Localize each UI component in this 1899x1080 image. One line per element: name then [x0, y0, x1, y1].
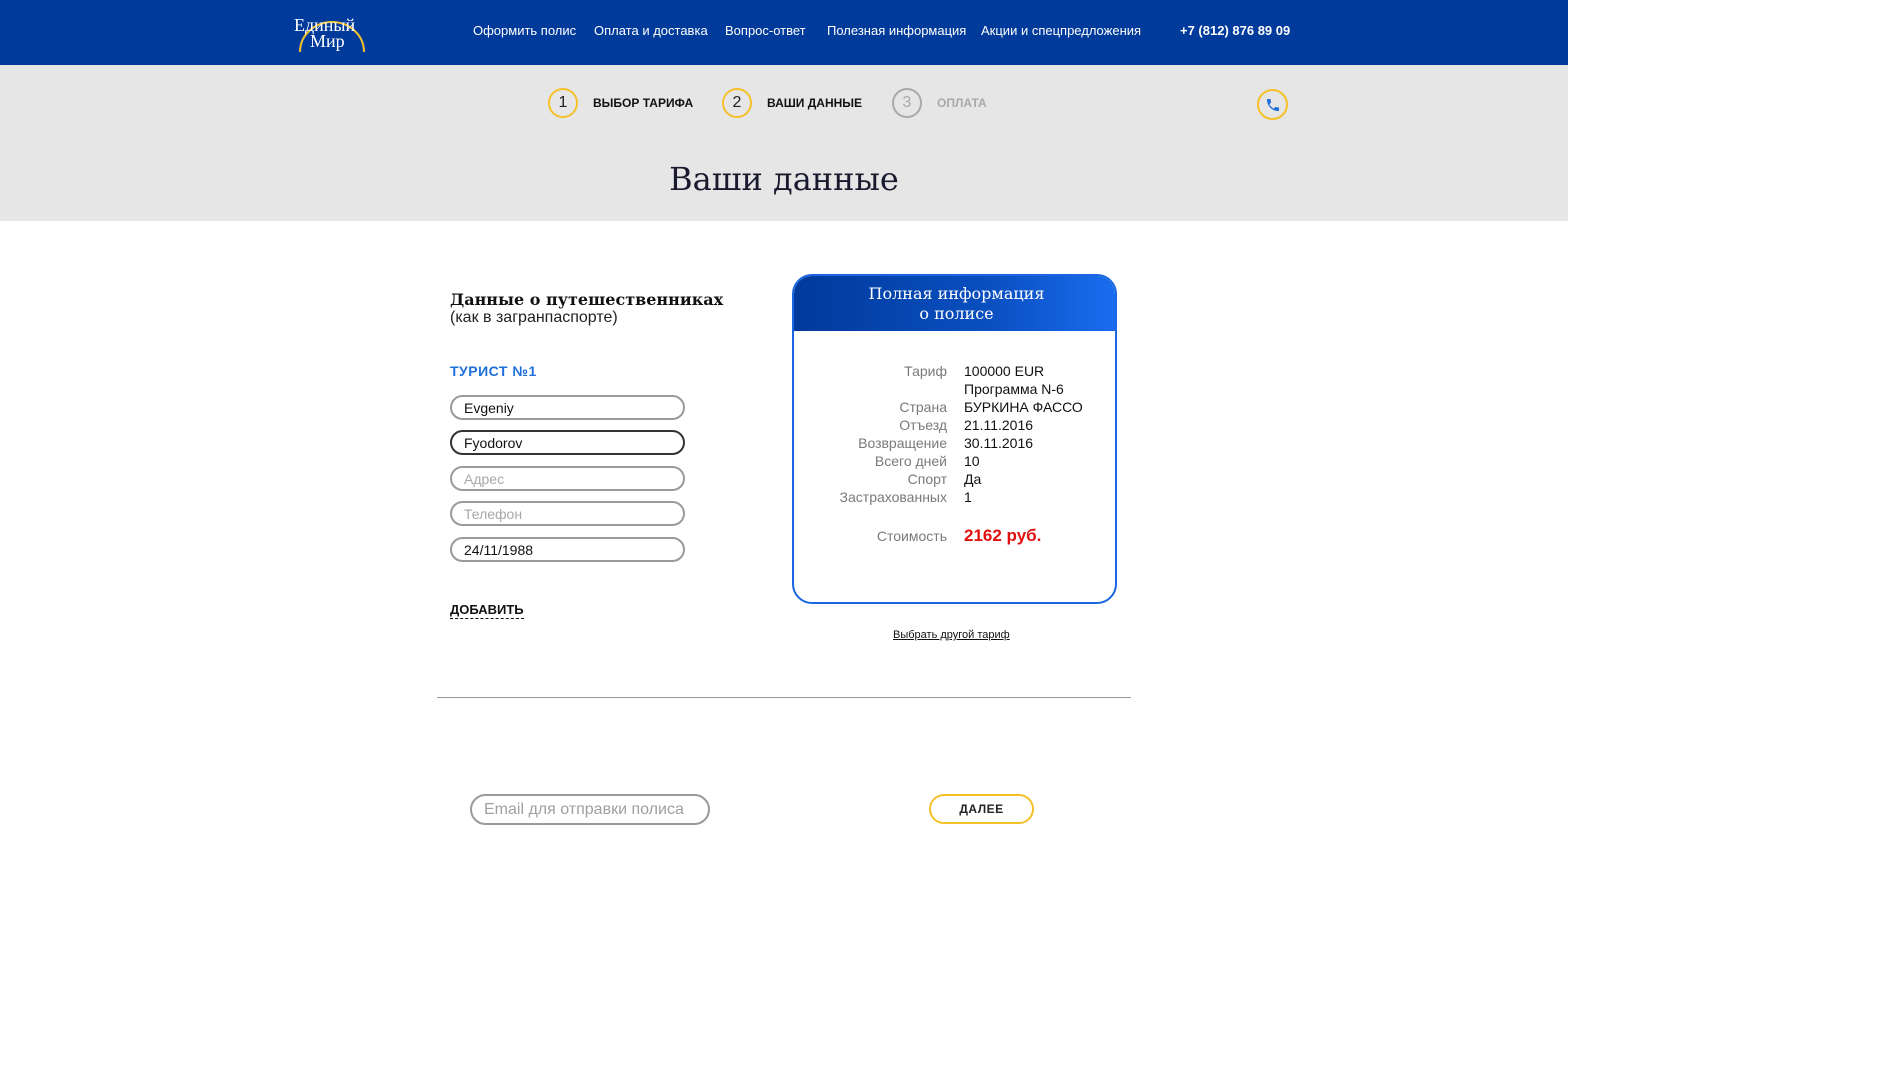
policy-row-country: Страна БУРКИНА ФАССО [794, 399, 1115, 417]
section-divider [437, 697, 1131, 698]
step-1-label: ВЫБОР ТАРИФА [593, 96, 694, 110]
nav-link-order-policy[interactable]: Оформить полис [473, 23, 576, 38]
policy-card-title-line2: о полисе [919, 304, 994, 323]
choose-other-tariff-link[interactable]: Выбрать другой тариф [893, 629, 1010, 641]
top-navbar: Единый Мир Оформить полис Оплата и доста… [0, 0, 1568, 65]
price-value: 2162 руб. [964, 526, 1042, 545]
last-name-input[interactable] [450, 430, 685, 455]
tourist-label: ТУРИСТ №1 [450, 363, 537, 379]
policy-row-departure: Отъезд 21.11.2016 [794, 417, 1115, 435]
address-input[interactable] [450, 466, 685, 491]
step-2[interactable]: 2 ВАШИ ДАННЫЕ [722, 88, 862, 118]
policy-row-key: Тариф [904, 363, 947, 379]
email-input[interactable] [470, 794, 710, 825]
phone-input[interactable] [450, 501, 685, 526]
policy-row-value: 1 [964, 489, 972, 505]
policy-row-price: Стоимость 2162 руб. [794, 526, 1115, 546]
policy-row-key: Возвращение [858, 435, 947, 451]
policy-row-key: Страна [899, 399, 947, 415]
travellers-subtitle: (как в загранпаспорте) [450, 309, 618, 326]
policy-summary-card: Полная информация о полисе Тариф 100000 … [792, 274, 1117, 604]
step-3: 3 ОПЛАТА [892, 88, 987, 118]
policy-row-key: Всего дней [874, 453, 947, 469]
header-phone[interactable]: +7 (812) 876 89 09 [1180, 23, 1290, 38]
step-3-label: ОПЛАТА [937, 96, 987, 110]
policy-row-insured: Застрахованных 1 [794, 489, 1115, 507]
policy-row-return: Возвращение 30.11.2016 [794, 435, 1115, 453]
policy-row-value: БУРКИНА ФАССО [964, 399, 1083, 415]
travellers-title: Данные о путешественниках [450, 290, 724, 309]
next-button[interactable]: ДАЛЕЕ [929, 794, 1034, 824]
policy-row-total-days: Всего дней 10 [794, 453, 1115, 471]
policy-row-value: 10 [964, 453, 980, 469]
policy-row-value: Да [964, 471, 982, 487]
step-1-number: 1 [548, 88, 578, 118]
step-3-number: 3 [892, 88, 922, 118]
phone-icon [1266, 98, 1279, 111]
step-2-label: ВАШИ ДАННЫЕ [767, 96, 863, 110]
policy-row-value: Программа N-6 [964, 381, 1064, 397]
birth-date-input[interactable] [450, 537, 685, 562]
logo[interactable]: Единый Мир [292, 12, 372, 54]
policy-card-header: Полная информация о полисе [794, 276, 1115, 331]
callback-button[interactable] [1257, 89, 1288, 120]
policy-row-program: Программа N-6 [794, 381, 1115, 399]
price-label: Стоимость [876, 528, 947, 544]
nav-link-useful-info[interactable]: Полезная информация [827, 23, 966, 38]
step-1[interactable]: 1 ВЫБОР ТАРИФА [548, 88, 693, 118]
policy-row-value: 100000 EUR [964, 363, 1045, 379]
page-title: Ваши данные [669, 160, 899, 198]
policy-card-title-line1: Полная информация [868, 284, 1045, 303]
steps-band: 1 ВЫБОР ТАРИФА 2 ВАШИ ДАННЫЕ 3 ОПЛАТА Ва… [0, 65, 1568, 221]
policy-row-key: Застрахованных [839, 489, 947, 505]
nav-link-promotions[interactable]: Акции и спецпредложения [981, 23, 1141, 38]
policy-row-value: 30.11.2016 [964, 435, 1034, 451]
nav-link-faq[interactable]: Вопрос-ответ [725, 23, 806, 38]
policy-row-value: 21.11.2016 [964, 417, 1034, 433]
policy-row-key: Спорт [907, 471, 947, 487]
logo-text-line2: Мир [310, 31, 345, 51]
nav-link-payment-delivery[interactable]: Оплата и доставка [594, 23, 708, 38]
first-name-input[interactable] [450, 395, 685, 420]
policy-row-key: Отъезд [899, 417, 947, 433]
add-traveller-link[interactable]: ДОБАВИТЬ [450, 602, 524, 619]
step-2-number: 2 [722, 88, 752, 118]
policy-row-tariff: Тариф 100000 EUR [794, 363, 1115, 381]
policy-row-sport: Спорт Да [794, 471, 1115, 489]
